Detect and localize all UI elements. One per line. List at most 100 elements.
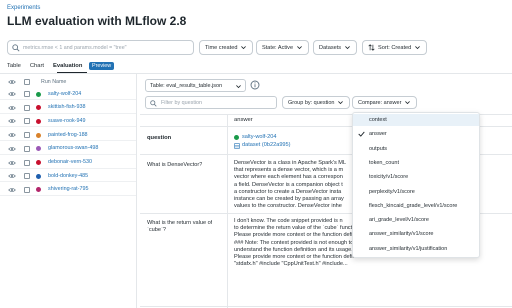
compare-option[interactable]: answer_similarity/v1/justification bbox=[353, 243, 479, 255]
tab-chart[interactable]: Chart bbox=[30, 63, 44, 69]
group-by-dropdown[interactable]: Group by: question bbox=[282, 96, 351, 109]
answer-line: vector where each element has a correspo… bbox=[234, 174, 343, 181]
eye-icon[interactable] bbox=[8, 160, 16, 166]
eye-icon[interactable] bbox=[8, 132, 16, 138]
chevron-down-icon bbox=[241, 46, 247, 50]
eye-icon[interactable] bbox=[8, 91, 16, 97]
eye-icon[interactable] bbox=[8, 118, 16, 124]
run-checkbox[interactable] bbox=[24, 104, 30, 111]
question-line: `cube`? bbox=[147, 227, 166, 234]
run-checkbox[interactable] bbox=[24, 118, 30, 125]
question-line: What is the return value of bbox=[147, 220, 213, 226]
compare-option-label: toxicity/v1/score bbox=[369, 174, 409, 181]
eye-icon[interactable] bbox=[8, 187, 16, 193]
answer-line: that represents a dense vector, which is… bbox=[234, 167, 344, 174]
sort-label: Sort: Created bbox=[378, 44, 412, 51]
table-select[interactable]: Table: eval_results_table.json bbox=[145, 79, 246, 92]
compare-option-label: outputs bbox=[369, 145, 388, 152]
run-row[interactable]: suave-rook-949 bbox=[0, 115, 136, 128]
run-name-link[interactable]: salty-wolf-204 bbox=[48, 91, 81, 97]
compare-option[interactable]: outputs bbox=[353, 143, 479, 155]
answer-line: a constructor to create a DenseVector in… bbox=[234, 188, 342, 195]
answer-cell: DenseVector is a class in Apache Spark's… bbox=[234, 160, 352, 210]
compare-option[interactable]: perplexity/v1/score bbox=[353, 186, 479, 198]
run-row[interactable]: salty-wolf-204 bbox=[0, 88, 136, 100]
run-row[interactable]: skittish-fish-938 bbox=[0, 102, 136, 114]
run-search-input[interactable]: metrics.rmse < 1 and params.model = "tre… bbox=[7, 40, 194, 55]
tab-table[interactable]: Table bbox=[7, 63, 21, 69]
compare-option[interactable]: flesch_kincaid_grade_level/v1/score bbox=[353, 200, 479, 212]
run-name-link[interactable]: glamorous-swan-498 bbox=[48, 145, 98, 151]
answer-line: "stdafx.h" #include "CppUnitTest.h" #inc… bbox=[234, 261, 348, 268]
question-filter-input[interactable]: Filter by question bbox=[145, 96, 277, 109]
state-dropdown[interactable]: State: Active bbox=[256, 40, 310, 55]
view-tabs: Table Chart Evaluation bbox=[7, 63, 82, 69]
question-cell: What is DenseVector? bbox=[147, 162, 203, 168]
run-row[interactable]: shivering-rat-795 bbox=[0, 184, 136, 196]
run-row[interactable]: painted-frog-188 bbox=[0, 129, 136, 142]
run-color-dot bbox=[36, 146, 41, 152]
sort-icon bbox=[368, 44, 375, 51]
sort-dropdown[interactable]: Sort: Created bbox=[362, 40, 428, 55]
answer-column-header: answer bbox=[234, 117, 253, 123]
run-row[interactable]: glamorous-swan-498 bbox=[0, 143, 136, 155]
search-icon bbox=[150, 99, 157, 107]
question-column-label: question bbox=[147, 135, 172, 141]
run-checkbox[interactable] bbox=[24, 159, 30, 166]
answer-line: DenseVector is a class in Apache Spark's… bbox=[234, 160, 347, 166]
breadcrumb-experiments[interactable]: Experiments bbox=[7, 5, 40, 11]
chevron-down-icon bbox=[236, 85, 241, 89]
answer-line: values to the constructor. DenseVector i… bbox=[234, 203, 342, 210]
info-icon[interactable] bbox=[250, 80, 260, 90]
eye-icon[interactable] bbox=[8, 173, 16, 179]
run-checkbox[interactable] bbox=[24, 132, 30, 139]
tab-evaluation[interactable]: Evaluation bbox=[53, 63, 82, 69]
run-name-link[interactable]: painted-frog-188 bbox=[48, 132, 88, 138]
compare-option[interactable]: toxicity/v1/score bbox=[353, 171, 479, 183]
run-checkbox[interactable] bbox=[24, 186, 30, 193]
datasets-dropdown[interactable]: Datasets bbox=[313, 40, 358, 55]
run-link[interactable]: salty-wolf-204 bbox=[242, 134, 277, 140]
compare-option-label: perplexity/v1/score bbox=[369, 188, 415, 195]
compare-option[interactable]: token_count bbox=[353, 157, 479, 169]
run-name-link[interactable]: skittish-fish-938 bbox=[48, 104, 85, 110]
run-color-dot bbox=[36, 132, 41, 138]
tabs-divider bbox=[0, 73, 512, 74]
run-name-link[interactable]: debonair-vern-530 bbox=[48, 159, 92, 165]
run-checkbox[interactable] bbox=[24, 91, 30, 97]
run-row[interactable]: bold-donkey-485 bbox=[0, 170, 136, 183]
run-row[interactable]: debonair-vern-530 bbox=[0, 157, 136, 169]
chevron-down-icon bbox=[338, 101, 344, 105]
run-name-link[interactable]: bold-donkey-485 bbox=[48, 173, 88, 179]
run-color-dot bbox=[36, 118, 41, 124]
compare-dropdown[interactable]: Compare: answer bbox=[352, 96, 418, 109]
select-all-checkbox[interactable] bbox=[24, 79, 30, 85]
compare-option[interactable]: ari_grade_level/v1/score bbox=[353, 214, 479, 226]
dataset-link[interactable]: dataset (0b22a995) bbox=[242, 142, 291, 148]
eye-icon[interactable] bbox=[8, 146, 16, 152]
run-name-link[interactable]: suave-rook-949 bbox=[48, 118, 85, 124]
time-created-dropdown[interactable]: Time created bbox=[199, 40, 254, 55]
eye-icon[interactable] bbox=[8, 79, 16, 85]
datasets-label: Datasets bbox=[319, 44, 342, 51]
run-color-dot bbox=[36, 160, 41, 165]
run-checkbox[interactable] bbox=[24, 173, 30, 180]
run-name-link[interactable]: shivering-rat-795 bbox=[48, 186, 88, 192]
compare-option-label: answer bbox=[369, 131, 387, 138]
page-title: LLM evaluation with MLflow 2.8 bbox=[7, 14, 187, 28]
group-by-label: Group by: question bbox=[288, 99, 335, 106]
compare-option[interactable]: answer_similarity/v1/score bbox=[353, 228, 479, 240]
chevron-down-icon bbox=[297, 46, 302, 50]
run-color-dot bbox=[36, 187, 41, 193]
eye-icon[interactable] bbox=[8, 105, 16, 111]
compare-option-label: ari_grade_level/v1/score bbox=[369, 217, 429, 224]
compare-option[interactable]: answer bbox=[353, 128, 479, 140]
run-color-dot bbox=[36, 91, 41, 97]
grid-divider bbox=[140, 306, 512, 307]
preview-badge: Preview bbox=[89, 62, 115, 70]
chevron-down-icon bbox=[345, 46, 350, 50]
compare-option-label: answer_similarity/v1/justification bbox=[369, 245, 448, 252]
run-checkbox[interactable] bbox=[24, 145, 30, 152]
search-icon bbox=[12, 44, 20, 52]
compare-option[interactable]: context bbox=[353, 114, 479, 126]
